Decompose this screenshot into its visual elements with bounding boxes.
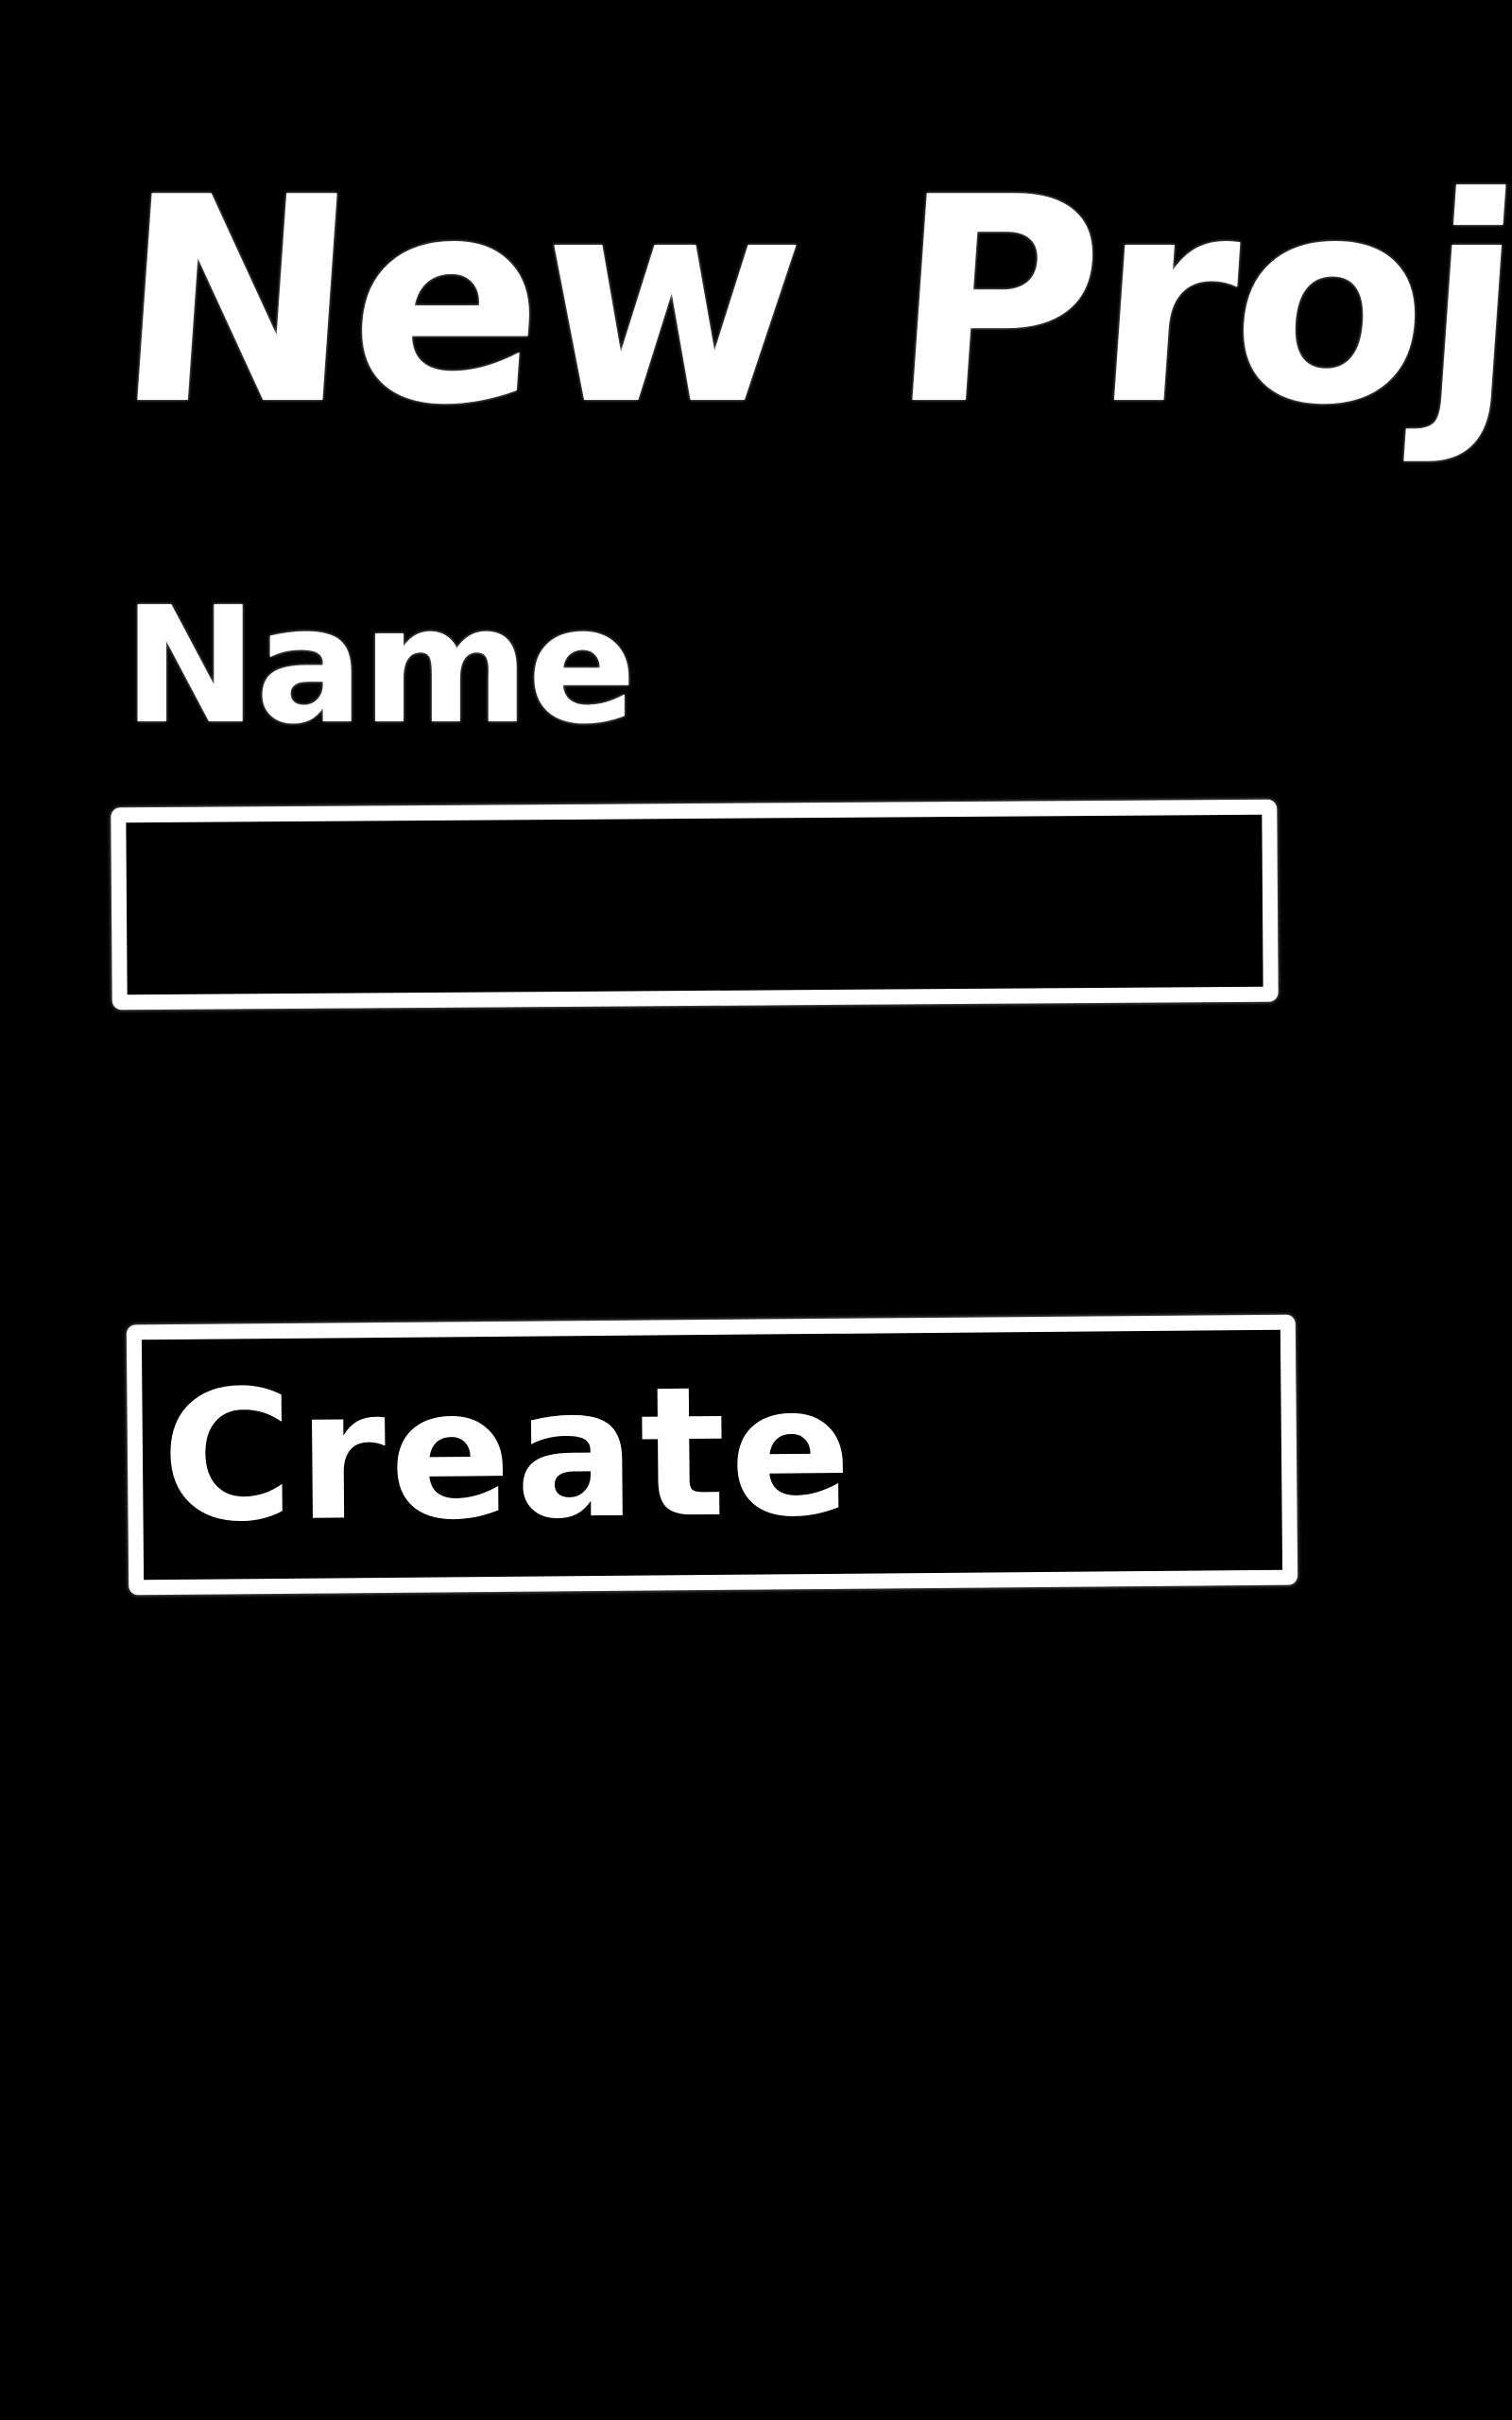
- name-label: Name: [123, 573, 636, 760]
- create-button[interactable]: Create: [126, 1314, 1298, 1596]
- name-input[interactable]: [111, 799, 1279, 1011]
- create-button-label: Create: [161, 1346, 856, 1563]
- page-title: New Proj: [106, 137, 1512, 467]
